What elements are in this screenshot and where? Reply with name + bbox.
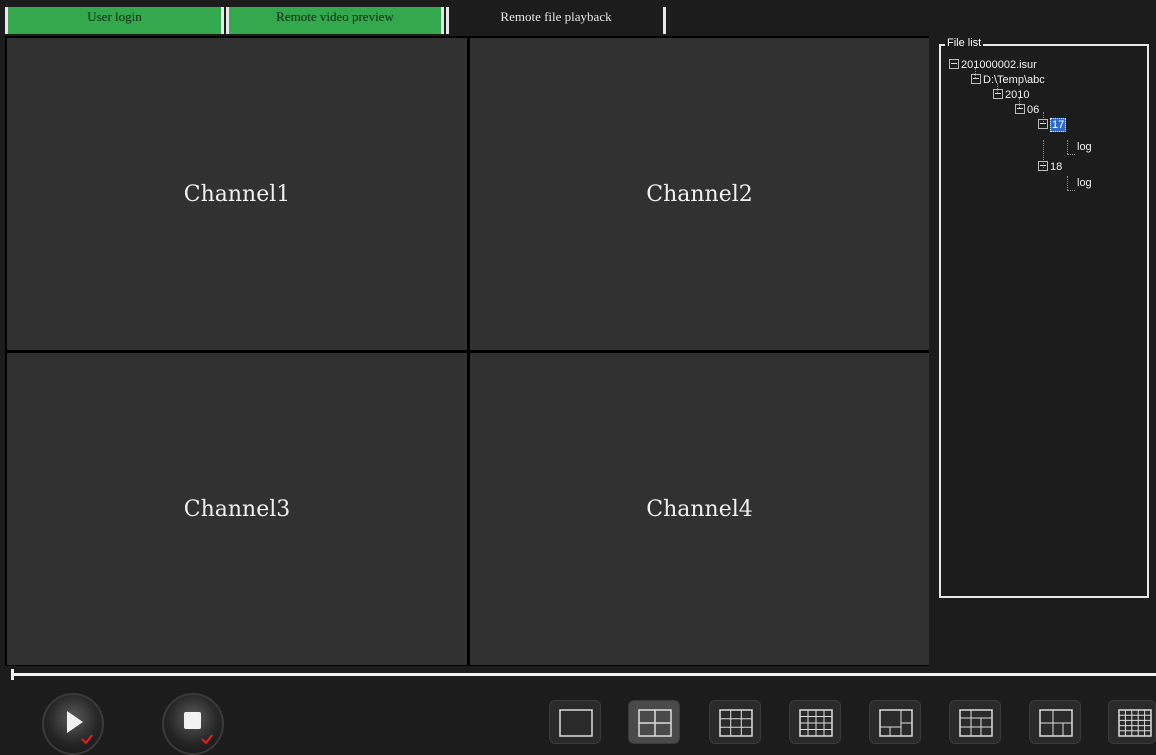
- collapse-icon[interactable]: [949, 59, 959, 69]
- layout-25-button[interactable]: [1108, 700, 1156, 744]
- tree-node-year[interactable]: 2010: [993, 88, 1029, 102]
- stop-icon: [184, 712, 213, 745]
- selected-node-label: 17: [1050, 118, 1067, 132]
- file-tree[interactable]: 201000002.isur D:\Temp\abc 2010 06 17 lo…: [941, 46, 1147, 596]
- layout-5x5-icon: [1118, 709, 1152, 737]
- layout-4x4-icon: [799, 709, 833, 737]
- tree-node-month[interactable]: 06: [1015, 103, 1039, 117]
- layout-split-icon: [1039, 709, 1073, 737]
- slider-thumb[interactable]: [11, 669, 14, 680]
- file-list-frame: File list 201000002.isur D:\Temp\abc 201…: [939, 37, 1149, 598]
- channel-label: Channel4: [646, 496, 753, 522]
- channel-label: Channel2: [646, 181, 753, 207]
- layout-2x2-icon: [638, 709, 672, 737]
- channel-1-view[interactable]: Channel1: [7, 38, 467, 350]
- tab-remote-file-playback[interactable]: Remote file playback: [446, 7, 666, 34]
- play-icon: [67, 711, 93, 745]
- playback-slider[interactable]: [11, 669, 1156, 680]
- channel-label: Channel1: [183, 181, 291, 207]
- collapse-icon[interactable]: [971, 74, 981, 84]
- play-button[interactable]: [42, 693, 104, 755]
- collapse-icon[interactable]: [1038, 161, 1048, 171]
- tab-label: Remote video preview: [276, 9, 394, 24]
- tree-connector: [1067, 190, 1075, 191]
- layout-custom-b-button[interactable]: [949, 700, 1001, 744]
- channel-2-view[interactable]: Channel2: [470, 38, 929, 350]
- tab-user-login[interactable]: User login: [5, 7, 224, 34]
- channel-label: Channel3: [183, 496, 291, 522]
- tree-node-root[interactable]: 201000002.isur: [949, 58, 1037, 72]
- stop-button[interactable]: [162, 693, 224, 755]
- collapse-icon[interactable]: [1015, 104, 1025, 114]
- tree-node-day-18[interactable]: 18: [1038, 160, 1062, 174]
- layout-1-plus-small-icon: [879, 709, 913, 737]
- tree-connector: [1067, 176, 1068, 190]
- tree-node-dir[interactable]: D:\Temp\abc: [971, 73, 1045, 87]
- video-grid: Channel1 Channel2 Channel3 Channel4: [5, 36, 929, 666]
- layout-16-button[interactable]: [789, 700, 841, 744]
- layout-custom-c-button[interactable]: [1029, 700, 1081, 744]
- tree-node-log[interactable]: log: [1077, 140, 1092, 154]
- tree-node-log[interactable]: log: [1077, 176, 1092, 190]
- layout-custom-a-button[interactable]: [869, 700, 921, 744]
- file-list-panel: File list 201000002.isur D:\Temp\abc 201…: [931, 36, 1156, 666]
- tab-remote-video-preview[interactable]: Remote video preview: [226, 7, 444, 34]
- slider-track: [11, 673, 1156, 676]
- tree-node-day-17[interactable]: 17: [1038, 118, 1067, 132]
- collapse-icon[interactable]: [993, 89, 1003, 99]
- layout-4-button[interactable]: [628, 700, 680, 744]
- tree-connector: [1067, 140, 1068, 154]
- channel-4-view[interactable]: Channel4: [470, 353, 929, 665]
- tab-label: User login: [87, 9, 142, 24]
- collapse-icon[interactable]: [1038, 119, 1048, 129]
- layout-1-button[interactable]: [549, 700, 601, 744]
- layout-1x1-icon: [559, 709, 593, 737]
- tree-connector: [1067, 154, 1075, 155]
- tab-label: Remote file playback: [500, 9, 612, 24]
- channel-3-view[interactable]: Channel3: [7, 353, 467, 665]
- layout-3x3-icon: [719, 709, 753, 737]
- layout-mixed-icon: [959, 709, 993, 737]
- layout-9-button[interactable]: [709, 700, 761, 744]
